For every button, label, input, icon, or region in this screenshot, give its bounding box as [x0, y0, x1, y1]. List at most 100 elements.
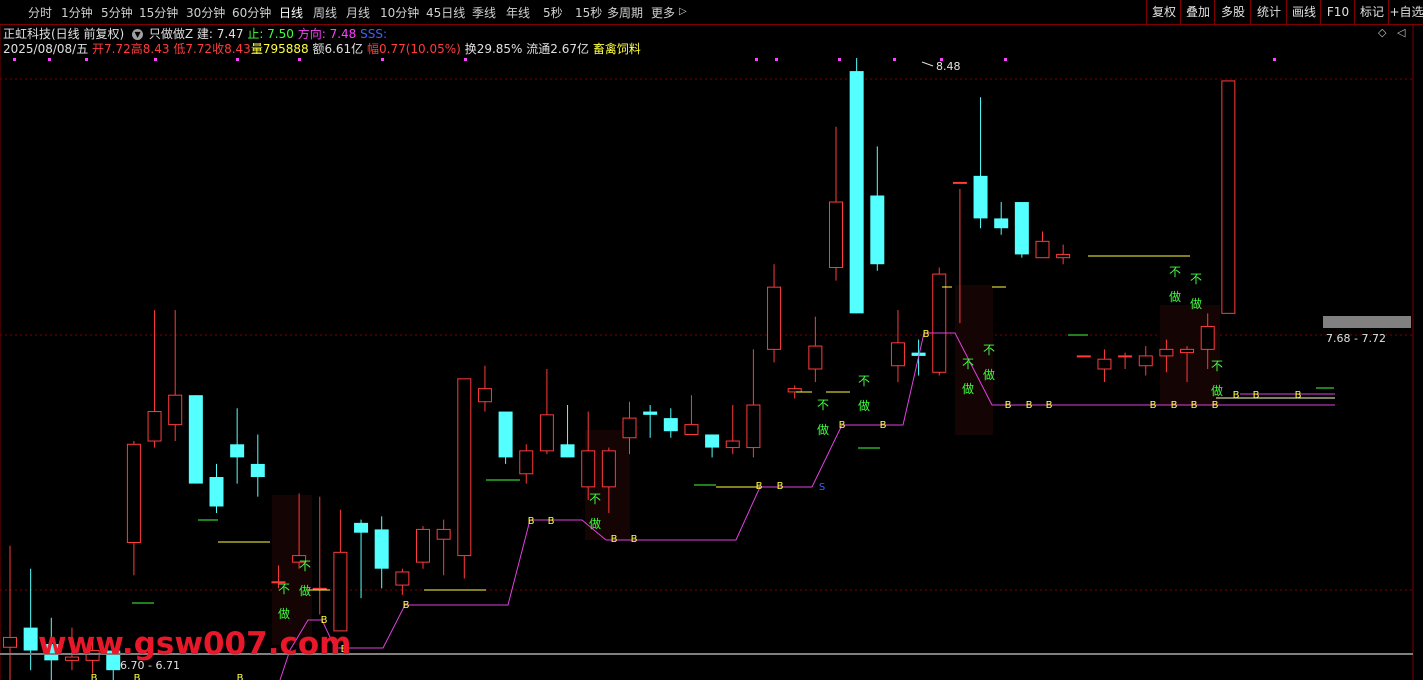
- toolbar-button-2[interactable]: 多股: [1214, 0, 1251, 24]
- quote-date: 2025/08/08/五: [3, 42, 89, 56]
- period-tab-5[interactable]: 60分钟: [232, 4, 271, 21]
- period-tab-9[interactable]: 10分钟: [380, 4, 419, 21]
- quote-concept[interactable]: 畜禽饲料: [593, 42, 641, 56]
- period-tab-3[interactable]: 15分钟: [139, 4, 178, 21]
- indicator-name[interactable]: 只做做Z: [149, 27, 193, 41]
- quote-range: 幅0.77(10.05%): [367, 42, 461, 56]
- zhi-value: 止: 7.50: [247, 27, 294, 41]
- candle: [436, 519, 451, 576]
- period-tab-0[interactable]: 分时: [28, 4, 52, 21]
- top-marker-9: [775, 58, 778, 61]
- no-do-top-0: 不: [278, 582, 290, 596]
- period-tab-11[interactable]: 季线: [472, 4, 496, 21]
- period-tab-10[interactable]: 45日线: [426, 4, 465, 21]
- candle: [498, 411, 513, 464]
- stock-name[interactable]: 正虹科技(日线 前复权): [3, 27, 124, 41]
- toolbar-button-3[interactable]: 统计: [1250, 0, 1287, 24]
- buy-marker-12: B: [839, 420, 846, 431]
- buy-marker-9: B: [631, 534, 638, 545]
- candle: [230, 408, 245, 484]
- candle-body: [643, 411, 658, 415]
- buy-marker-24: B: [1295, 390, 1302, 401]
- candle: [973, 97, 988, 229]
- buy-marker-6: B: [528, 516, 535, 527]
- candle-body: [601, 450, 616, 488]
- period-tab-12[interactable]: 年线: [506, 4, 530, 21]
- period-tab-16[interactable]: 更多: [651, 4, 675, 21]
- candle-body: [395, 571, 410, 586]
- buy-marker-21: B: [1212, 400, 1219, 411]
- no-do-bottom-9: 做: [1211, 383, 1223, 398]
- candle-body: [168, 394, 183, 426]
- toolbar-button-1[interactable]: 叠加: [1180, 0, 1215, 24]
- candle: [560, 405, 575, 458]
- period-tab-6[interactable]: 日线: [279, 4, 303, 21]
- quote-turnover: 换29.85%: [464, 42, 523, 56]
- candle: [932, 267, 947, 376]
- candle: [250, 434, 265, 497]
- buy-marker-15: B: [1005, 400, 1012, 411]
- buy-marker-23: B: [1253, 390, 1260, 401]
- candle: [126, 441, 141, 576]
- corner-diamond-icon[interactable]: ◇: [1378, 26, 1386, 39]
- candle: [1076, 355, 1091, 358]
- candle-body: [1221, 80, 1236, 314]
- period-tab-15[interactable]: 多周期: [607, 4, 643, 21]
- toolbar-button-5[interactable]: F10: [1320, 0, 1355, 24]
- candle-body: [539, 414, 554, 452]
- no-do-bottom-0: 做: [278, 606, 290, 621]
- chevron-down-icon[interactable]: ▼: [132, 29, 144, 40]
- period-tab-8[interactable]: 月线: [346, 4, 370, 21]
- top-marker-13: [1004, 58, 1007, 61]
- buy-marker-3: B: [321, 615, 328, 626]
- toolbar-button-4[interactable]: 画线: [1286, 0, 1321, 24]
- no-do-bottom-2: 做: [589, 516, 601, 531]
- jian-value: 建: 7.47: [196, 27, 244, 41]
- candle-body: [436, 528, 451, 540]
- candle: [312, 496, 327, 615]
- candle-body: [973, 175, 988, 219]
- period-tab-14[interactable]: 15秒: [575, 4, 602, 21]
- period-tab-2[interactable]: 5分钟: [101, 4, 133, 21]
- more-arrow-icon[interactable]: ▷: [679, 6, 687, 17]
- no-do-top-4: 不: [858, 374, 870, 388]
- candle: [581, 411, 596, 500]
- candle-body: [767, 286, 782, 350]
- toolbar-button-6[interactable]: 标记: [1354, 0, 1389, 24]
- toolbar-button-7[interactable]: +自选: [1388, 0, 1423, 24]
- toolbar-button-0[interactable]: 复权: [1146, 0, 1181, 24]
- top-marker-8: [755, 58, 758, 61]
- candle-body: [230, 444, 245, 458]
- period-tab-1[interactable]: 1分钟: [61, 4, 93, 21]
- corner-collapse-icon[interactable]: ◁: [1397, 26, 1405, 39]
- kline-chart[interactable]: B B BBBBB BB BB BB BBB B B B B B BB B BS不做不做不做不做不做不做不做…: [0, 0, 1423, 680]
- period-tab-7[interactable]: 周线: [313, 4, 337, 21]
- candle: [849, 58, 864, 314]
- top-marker-5: [298, 58, 301, 61]
- no-do-top-1: 不: [299, 559, 311, 573]
- candle-body: [787, 388, 802, 393]
- quote-high: 高8.43: [130, 42, 170, 56]
- period-tab-4[interactable]: 30分钟: [186, 4, 225, 21]
- quote-amount: 额6.61亿: [312, 42, 364, 56]
- candle: [870, 146, 885, 271]
- candle: [416, 526, 430, 569]
- buy-marker-14: B: [923, 329, 930, 340]
- candle-body: [1035, 240, 1050, 259]
- candle: [333, 509, 348, 632]
- candle: [705, 434, 720, 458]
- candle-body: [374, 529, 389, 569]
- sss-value: SSS:: [360, 27, 388, 41]
- quote-info-line: 2025/08/08/五 开7.72高8.43 低7.72收8.43量79588…: [3, 40, 641, 57]
- buy-marker-18: B: [1150, 400, 1157, 411]
- candle: [890, 310, 905, 383]
- quote-close: 收8.43: [212, 42, 251, 56]
- candle: [725, 405, 740, 455]
- buy-marker-10: B: [756, 481, 763, 492]
- candle: [1221, 80, 1236, 314]
- fangxiang-value: 方向: 7.48: [297, 27, 357, 41]
- period-tab-13[interactable]: 5秒: [543, 4, 563, 21]
- candle: [374, 516, 389, 589]
- buy-marker-8: B: [611, 534, 618, 545]
- buy-marker-7: B: [548, 516, 555, 527]
